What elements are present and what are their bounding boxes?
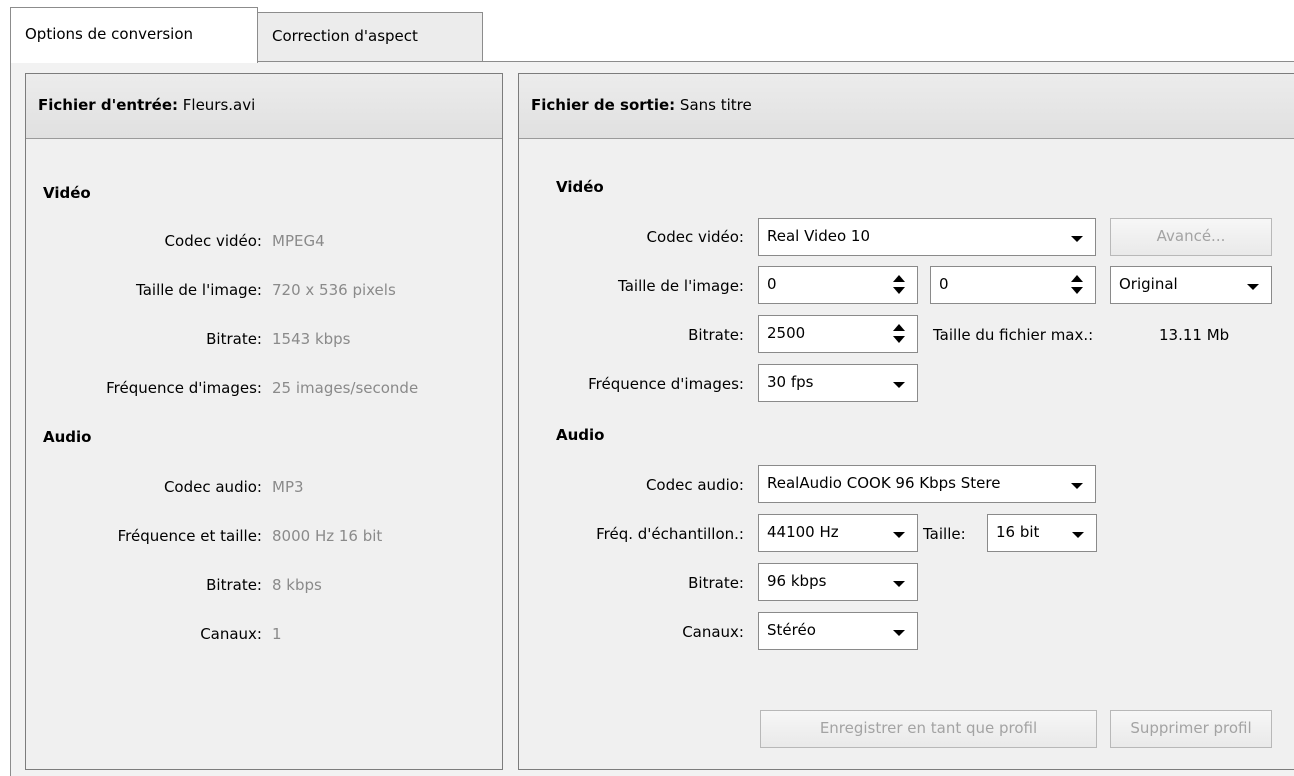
advanced-button[interactable]: Avancé...: [1110, 218, 1272, 256]
size-preset-select[interactable]: Original: [1110, 266, 1272, 304]
chevron-down-icon: [893, 382, 905, 388]
output-audio-bitrate-label: Bitrate:: [688, 574, 744, 592]
input-video-section-title: Vidéo: [43, 184, 91, 202]
sample-rate-label: Fréq. d'échantillon.:: [596, 525, 744, 543]
input-audio-freq-label: Fréquence et taille:: [117, 527, 262, 545]
size-preset-value: Original: [1119, 275, 1178, 293]
max-file-size-value: 13.11 Mb: [1159, 326, 1230, 344]
input-video-codec-value: MPEG4: [272, 232, 325, 250]
chevron-down-icon: [1071, 483, 1083, 489]
chevron-down-icon: [893, 532, 905, 538]
output-audio-section-title: Audio: [556, 426, 605, 444]
bitrate-value: 2500: [767, 324, 806, 342]
channels-select[interactable]: Stéréo: [758, 612, 918, 650]
input-panel-header: Fichier d'entrée: Fleurs.avi: [26, 74, 502, 139]
fps-select[interactable]: 30 fps: [758, 364, 918, 402]
video-codec-select[interactable]: Real Video 10: [758, 218, 1096, 256]
chevron-down-icon: [1071, 236, 1083, 242]
output-channels-label: Canaux:: [682, 623, 744, 641]
bit-depth-value: 16 bit: [996, 523, 1040, 541]
input-image-size-value: 720 x 536 pixels: [272, 281, 396, 299]
input-video-codec-label: Codec vidéo:: [164, 232, 262, 250]
input-audio-codec-label: Codec audio:: [163, 478, 262, 496]
channels-value: Stéréo: [767, 621, 816, 639]
input-audio-codec-value: MP3: [272, 478, 304, 496]
width-value: 0: [767, 275, 777, 293]
tab-conversion-options[interactable]: Options de conversion: [10, 7, 258, 63]
bitrate-stepper[interactable]: 2500: [758, 315, 918, 353]
output-video-section-title: Vidéo: [556, 178, 604, 196]
audio-codec-select[interactable]: RealAudio COOK 96 Kbps Stere: [758, 465, 1096, 503]
bit-depth-label: Taille:: [923, 525, 966, 543]
bit-depth-select[interactable]: 16 bit: [987, 514, 1097, 552]
input-image-size-label: Taille de l'image:: [136, 281, 262, 299]
height-stepper[interactable]: 0: [930, 266, 1096, 304]
input-audio-section-title: Audio: [43, 428, 92, 446]
audio-codec-value: RealAudio COOK 96 Kbps Stere: [767, 474, 1001, 492]
chevron-down-icon: [1072, 532, 1084, 538]
output-fps-label: Fréquence d'images:: [588, 375, 744, 393]
input-file-name: Fleurs.avi: [182, 96, 256, 114]
input-bitrate-label: Bitrate:: [206, 330, 262, 348]
input-framerate-value: 25 images/seconde: [272, 379, 419, 397]
chevron-down-icon: [893, 630, 905, 636]
spin-arrows-icon[interactable]: [893, 275, 905, 295]
output-file-panel: Fichier de sortie: Sans titre Vidéo Code…: [518, 73, 1294, 770]
height-value: 0: [939, 275, 949, 293]
sample-rate-select[interactable]: 44100 Hz: [758, 514, 918, 552]
input-bitrate-value: 1543 kbps: [272, 330, 351, 348]
spin-arrows-icon[interactable]: [893, 324, 905, 344]
input-channels-value: 1: [272, 625, 282, 643]
audio-bitrate-select[interactable]: 96 kbps: [758, 563, 918, 601]
tab-label: Options de conversion: [25, 25, 194, 43]
output-bitrate-label: Bitrate:: [688, 326, 744, 344]
tab-label: Correction d'aspect: [272, 27, 418, 45]
video-codec-value: Real Video 10: [767, 227, 870, 245]
output-panel-header: Fichier de sortie: Sans titre: [519, 74, 1294, 139]
save-profile-button[interactable]: Enregistrer en tant que profil: [760, 710, 1097, 748]
input-file-panel: Fichier d'entrée: Fleurs.avi Vidéo Codec…: [25, 73, 503, 770]
output-image-size-label: Taille de l'image:: [618, 277, 744, 295]
input-framerate-label: Fréquence d'images:: [106, 379, 262, 397]
output-audio-codec-label: Codec audio:: [645, 476, 744, 494]
output-file-name: Sans titre: [679, 96, 752, 114]
chevron-down-icon: [893, 581, 905, 587]
delete-profile-button[interactable]: Supprimer profil: [1110, 710, 1272, 748]
chevron-down-icon: [1247, 284, 1259, 290]
audio-bitrate-value: 96 kbps: [767, 572, 827, 590]
tab-aspect-correction[interactable]: Correction d'aspect: [257, 12, 483, 61]
spin-arrows-icon[interactable]: [1071, 275, 1083, 295]
width-stepper[interactable]: 0: [758, 266, 918, 304]
output-video-codec-label: Codec vidéo:: [646, 228, 744, 246]
input-audio-bitrate-value: 8 kbps: [272, 576, 322, 594]
output-header-label: Fichier de sortie:: [531, 96, 676, 114]
input-audio-freq-value: 8000 Hz 16 bit: [272, 527, 383, 545]
fps-value: 30 fps: [767, 373, 814, 391]
input-audio-bitrate-label: Bitrate:: [206, 576, 262, 594]
input-channels-label: Canaux:: [200, 625, 262, 643]
input-header-label: Fichier d'entrée:: [38, 96, 178, 114]
sample-rate-value: 44100 Hz: [767, 523, 839, 541]
max-file-size-label: Taille du fichier max.:: [933, 326, 1094, 344]
